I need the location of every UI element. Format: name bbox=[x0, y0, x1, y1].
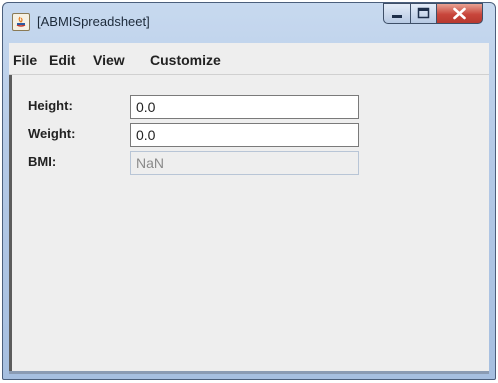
height-label: Height: bbox=[28, 98, 73, 113]
app-window: [ABMISpreadsheet] File Edit View Customi… bbox=[2, 2, 496, 380]
menu-view[interactable]: View bbox=[93, 52, 125, 68]
form-panel: Height: 0.0 Weight: 0.0 BMI: NaN bbox=[9, 75, 489, 371]
maximize-button[interactable] bbox=[410, 3, 437, 24]
menu-edit[interactable]: Edit bbox=[49, 52, 75, 68]
menu-file[interactable]: File bbox=[13, 52, 37, 68]
window-bottom-border bbox=[9, 371, 489, 374]
close-button[interactable] bbox=[436, 3, 483, 24]
weight-label: Weight: bbox=[28, 126, 76, 141]
close-icon bbox=[453, 7, 466, 20]
title-bar: [ABMISpreadsheet] bbox=[3, 3, 495, 43]
window-title: [ABMISpreadsheet] bbox=[37, 14, 150, 29]
minimize-button[interactable] bbox=[383, 3, 411, 24]
java-app-icon[interactable] bbox=[12, 13, 30, 31]
menu-customize[interactable]: Customize bbox=[150, 52, 221, 68]
weight-field[interactable]: 0.0 bbox=[130, 123, 359, 147]
bmi-field: NaN bbox=[130, 151, 359, 175]
bmi-label: BMI: bbox=[28, 154, 57, 169]
menu-bar: File Edit View Customize bbox=[9, 43, 489, 75]
height-field[interactable]: 0.0 bbox=[130, 95, 359, 119]
